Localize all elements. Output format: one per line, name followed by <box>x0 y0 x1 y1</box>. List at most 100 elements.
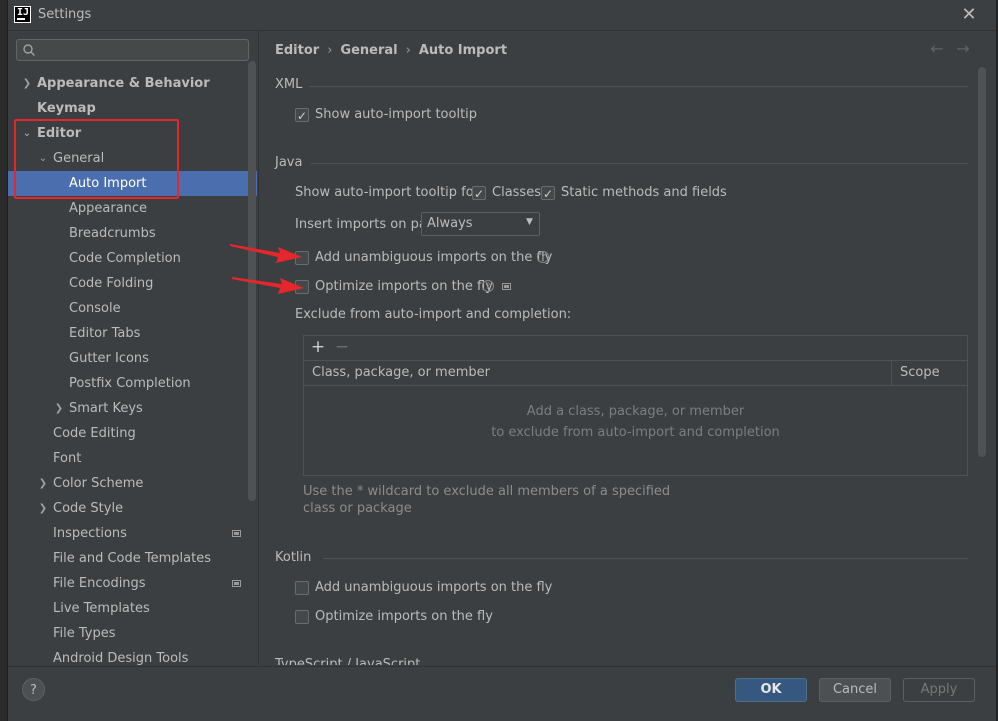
insert-imports-select[interactable]: Always ▼ <box>421 212 540 236</box>
breadcrumb-item: Auto Import <box>418 43 508 58</box>
sidebar-item-file-types[interactable]: File Types <box>8 621 257 646</box>
remove-icon[interactable]: − <box>334 337 350 357</box>
search-icon <box>23 44 35 56</box>
chevron-down-icon: ⌄ <box>22 128 32 139</box>
back-arrow-icon[interactable]: ← <box>927 39 947 59</box>
checkbox-label: Add unambiguous imports on the fly <box>315 250 553 265</box>
sidebar-item-file-encodings[interactable]: File Encodings <box>8 571 257 596</box>
sidebar-item-label: Code Style <box>53 501 124 516</box>
sidebar-item-label: File and Code Templates <box>53 551 211 566</box>
sidebar-item-appearance-behavior[interactable]: ❯ Appearance & Behavior <box>8 71 257 96</box>
sidebar-item-label: Appearance & Behavior <box>37 76 210 91</box>
empty-table-hint: to exclude from auto-import and completi… <box>491 425 780 440</box>
sidebar-item-live-templates[interactable]: Live Templates <box>8 596 257 621</box>
sidebar-item-code-editing[interactable]: Code Editing <box>8 421 257 446</box>
sidebar-item-appearance[interactable]: Appearance <box>8 196 257 221</box>
dialog-footer: ? OK Cancel Apply <box>8 666 996 721</box>
sidebar-item-general[interactable]: ⌄ General <box>8 146 257 171</box>
project-settings-icon <box>232 580 241 587</box>
help-icon[interactable]: ? <box>537 251 549 263</box>
checkbox-label: Add unambiguous imports on the fly <box>315 580 553 595</box>
sidebar-item-editor[interactable]: ⌄ Editor <box>8 121 257 146</box>
title-bar: IJ Settings ✕ <box>8 0 996 31</box>
breadcrumb-separator: › <box>327 43 333 58</box>
section-title-java: Java <box>275 155 303 170</box>
checkbox-label: Optimize imports on the fly <box>315 609 493 624</box>
project-settings-icon <box>502 283 511 290</box>
settings-sidebar: ❯ Appearance & Behavior Keymap ⌄ Editor … <box>8 31 259 665</box>
checkbox[interactable] <box>295 581 309 595</box>
sidebar-item-code-folding[interactable]: Code Folding <box>8 271 257 296</box>
apply-button[interactable]: Apply <box>903 678 975 702</box>
sidebar-item-color-scheme[interactable]: ❯ Color Scheme <box>8 471 257 496</box>
empty-table-hint: Add a class, package, or member <box>526 404 745 419</box>
sidebar-item-label: Gutter Icons <box>69 351 149 366</box>
sidebar-item-label: Live Templates <box>53 601 150 616</box>
sidebar-item-label: Inspections <box>53 526 127 541</box>
sidebar-item-label: Code Folding <box>69 276 154 291</box>
exclude-label: Exclude from auto-import and completion: <box>295 307 572 322</box>
sidebar-item-postfix-completion[interactable]: Postfix Completion <box>8 371 257 396</box>
sidebar-item-label: Code Completion <box>69 251 181 266</box>
column-header-scope[interactable]: Scope <box>900 365 940 380</box>
sidebar-item-label: Keymap <box>37 101 96 116</box>
column-divider <box>891 361 892 385</box>
project-settings-icon <box>232 530 241 537</box>
sidebar-item-code-completion[interactable]: Code Completion <box>8 246 257 271</box>
tooltip-for-label: Show auto-import tooltip for: <box>295 185 484 200</box>
breadcrumb-item[interactable]: General <box>340 43 397 58</box>
column-header-class[interactable]: Class, package, or member <box>312 365 490 380</box>
help-icon[interactable]: ? <box>482 280 494 292</box>
sidebar-item-smart-keys[interactable]: ❯ Smart Keys <box>8 396 257 421</box>
sidebar-item-breadcrumbs[interactable]: Breadcrumbs <box>8 221 257 246</box>
sidebar-item-label: Code Editing <box>53 426 136 441</box>
chevron-right-icon: ❯ <box>38 478 48 489</box>
section-title-xml: XML <box>275 77 303 92</box>
chevron-right-icon: ❯ <box>22 78 32 89</box>
checkbox[interactable] <box>295 610 309 624</box>
breadcrumb-item[interactable]: Editor <box>275 43 319 58</box>
static-methods-label: Static methods and fields <box>561 185 727 200</box>
content-scrollbar[interactable] <box>978 67 986 457</box>
settings-content: Editor › General › Auto Import ← → XML Show … <box>259 31 996 665</box>
sidebar-item-auto-import[interactable]: Auto Import <box>8 171 257 196</box>
checkbox[interactable] <box>295 106 309 126</box>
forward-arrow-icon[interactable]: → <box>953 39 973 59</box>
wildcard-note: Use the * wildcard to exclude all member… <box>303 484 671 516</box>
sidebar-item-label: File Types <box>53 626 116 641</box>
sidebar-item-code-style[interactable]: ❯ Code Style <box>8 496 257 521</box>
sidebar-item-editor-tabs[interactable]: Editor Tabs <box>8 321 257 346</box>
section-divider <box>309 86 968 87</box>
section-divider <box>323 558 968 559</box>
sidebar-item-console[interactable]: Console <box>8 296 257 321</box>
sidebar-item-file-code-templates[interactable]: File and Code Templates <box>8 546 257 571</box>
close-icon[interactable]: ✕ <box>958 4 980 26</box>
sidebar-item-gutter-icons[interactable]: Gutter Icons <box>8 346 257 371</box>
cancel-button[interactable]: Cancel <box>819 678 891 702</box>
checkbox[interactable] <box>295 280 309 294</box>
section-title-typescript: TypeScript / JavaScript <box>275 657 421 665</box>
sidebar-scrollbar[interactable] <box>248 61 256 501</box>
window-title: Settings <box>38 7 92 22</box>
background-editor-strip <box>0 0 8 720</box>
sidebar-item-android-design-tools[interactable]: Android Design Tools <box>8 646 257 665</box>
section-divider <box>311 163 968 164</box>
sidebar-item-label: Postfix Completion <box>69 376 191 391</box>
sidebar-item-keymap[interactable]: Keymap <box>8 96 257 121</box>
help-button[interactable]: ? <box>22 678 45 701</box>
sidebar-item-inspections[interactable]: Inspections <box>8 521 257 546</box>
checkbox-label: Optimize imports on the fly <box>315 279 493 294</box>
classes-checkbox[interactable] <box>472 184 486 204</box>
sidebar-item-label: Editor <box>37 126 82 141</box>
sidebar-item-label: Font <box>53 451 82 466</box>
search-input[interactable] <box>16 39 249 61</box>
section-title-kotlin: Kotlin <box>275 550 312 565</box>
checkbox[interactable] <box>295 251 309 265</box>
checkbox-label: Show auto-import tooltip <box>315 107 478 122</box>
add-icon[interactable]: + <box>310 337 326 357</box>
ok-button[interactable]: OK <box>735 678 807 702</box>
sidebar-item-font[interactable]: Font <box>8 446 257 471</box>
static-methods-checkbox[interactable] <box>541 184 555 204</box>
sidebar-item-label: Android Design Tools <box>53 651 189 665</box>
settings-dialog: IJ Settings ✕ ❯ Appearance & Behavior Ke… <box>8 0 996 721</box>
